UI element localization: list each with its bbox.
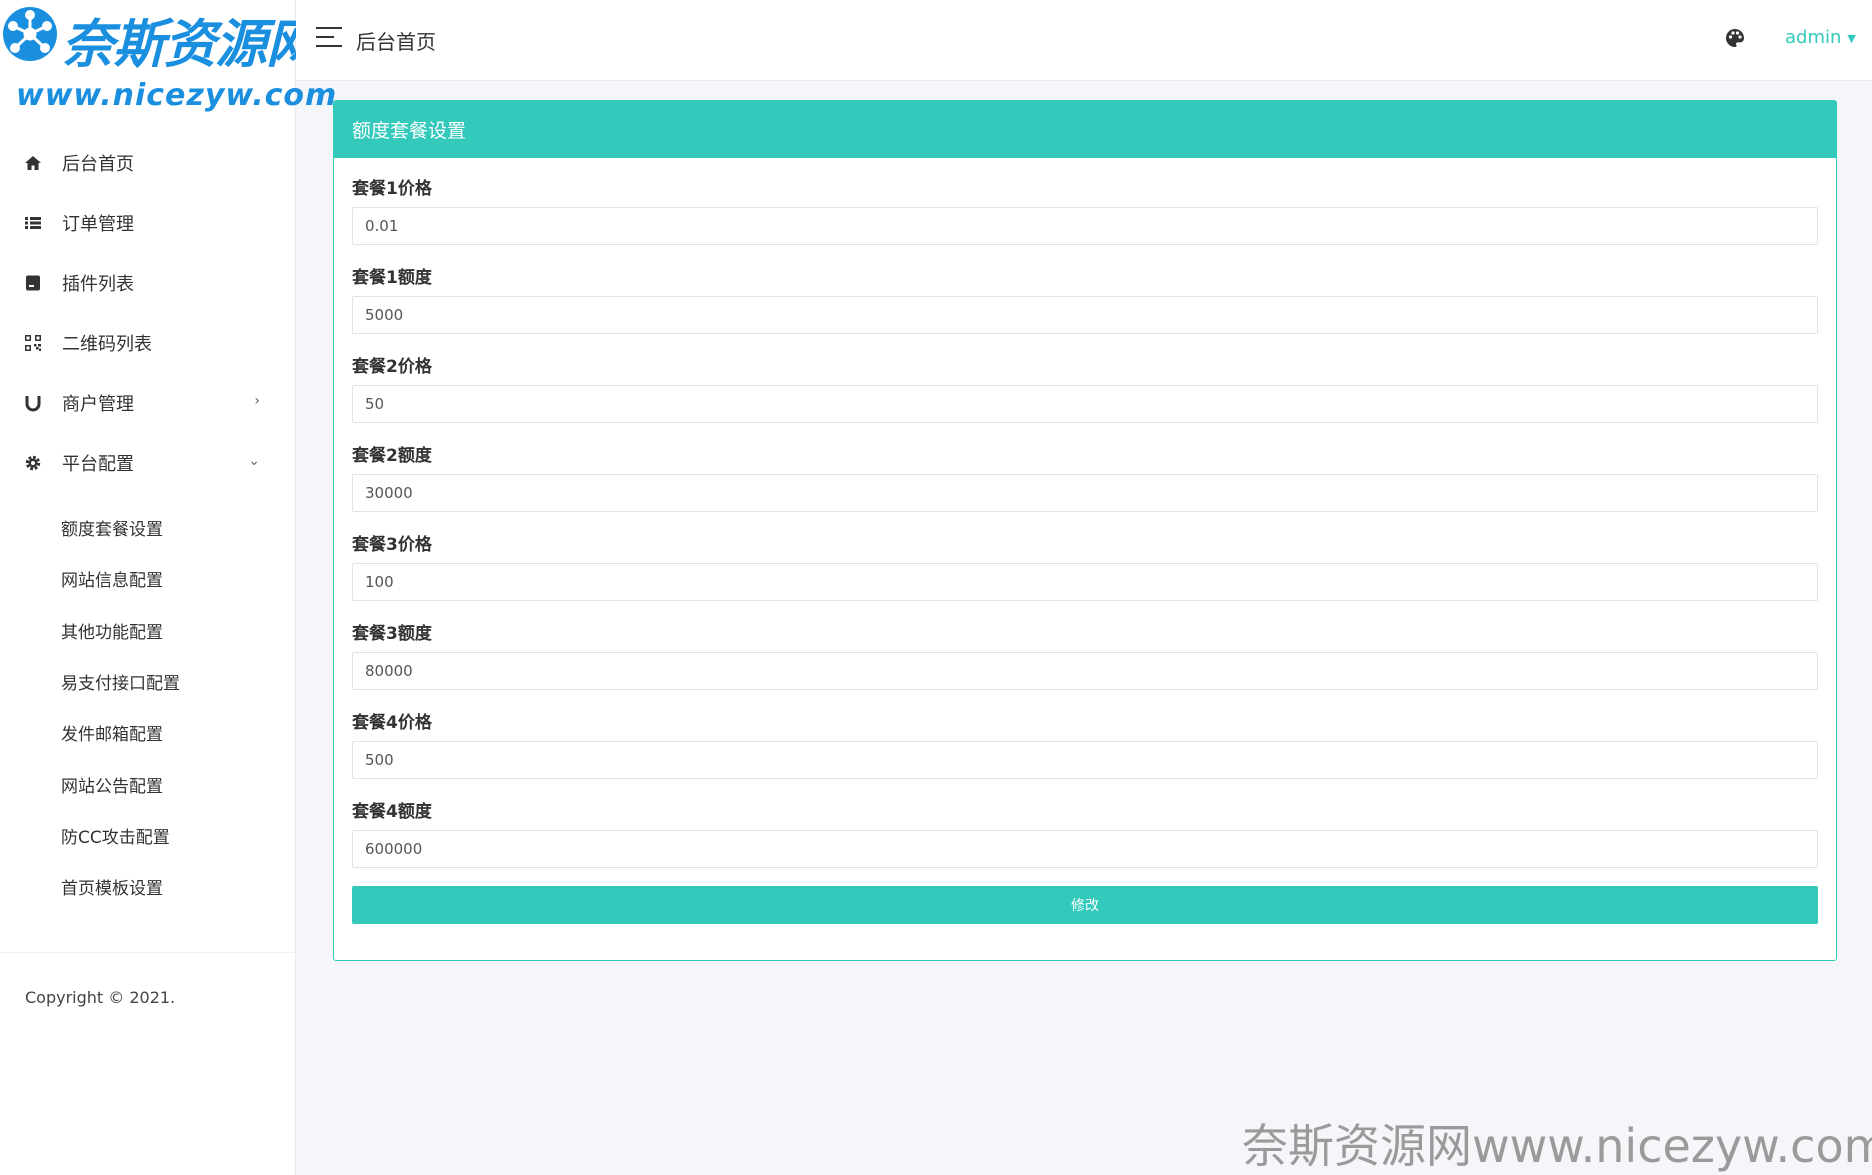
sidebar-divider [0,952,296,953]
card-title: 额度套餐设置 [334,101,1836,158]
package2-price-input[interactable] [352,385,1818,423]
caret-down-icon: ▼ [1847,31,1856,45]
sidebar-item-label: 订单管理 [62,214,134,235]
sidebar-item-label: 商户管理 [62,394,134,415]
field-label: 套餐1价格 [352,179,432,199]
subnav-item-anti-cc[interactable]: 防CC攻击配置 [0,810,296,861]
sidebar-item-plugins[interactable]: 插件列表 [0,253,296,313]
sidebar-item-platform-config[interactable]: 平台配置 ⌄ [0,433,296,493]
sidebar-item-merchants[interactable]: 商户管理 › [0,373,296,433]
sidebar-item-orders[interactable]: 订单管理 [0,193,296,253]
subnav-item-quota-packages[interactable]: 额度套餐设置 [0,502,296,553]
field-label: 套餐2额度 [352,446,432,466]
package4-price-input[interactable] [352,741,1818,779]
subnav-item-home-template[interactable]: 首页模板设置 [0,861,296,912]
package1-quota-input[interactable] [352,296,1818,334]
plugin-icon [24,274,42,292]
form-group: 套餐2价格 [352,353,1818,442]
page-title: 后台首页 [356,30,436,54]
gear-icon [24,454,42,472]
qrcode-icon [24,334,42,352]
home-icon [24,154,42,172]
quota-package-card: 额度套餐设置 套餐1价格 套餐1额度 套餐2价格 套餐2额度 套餐3价格 套餐3… [333,100,1837,961]
palette-icon[interactable] [1725,28,1745,48]
field-label: 套餐4额度 [352,802,432,822]
copyright: Copyright © 2021. [25,988,176,1007]
form-group: 套餐4价格 [352,709,1818,798]
package2-quota-input[interactable] [352,474,1818,512]
sidebar-item-qrcodes[interactable]: 二维码列表 [0,313,296,373]
sidebar-item-label: 后台首页 [62,154,134,175]
sidebar-nav: 后台首页 订单管理 插件列表 二维码列表 商户管理 › 平台配置 ⌄ [0,133,296,493]
sidebar-subnav: 额度套餐设置 网站信息配置 其他功能配置 易支付接口配置 发件邮箱配置 网站公告… [0,502,296,912]
sidebar-item-home[interactable]: 后台首页 [0,133,296,193]
subnav-item-mail-sender[interactable]: 发件邮箱配置 [0,707,296,758]
package4-quota-input[interactable] [352,830,1818,868]
list-icon [24,214,42,232]
field-label: 套餐3额度 [352,624,432,644]
top-header: 后台首页 admin ▼ [296,0,1872,81]
subnav-item-site-info[interactable]: 网站信息配置 [0,553,296,604]
subnav-item-epay-api[interactable]: 易支付接口配置 [0,656,296,707]
form-group: 套餐3额度 [352,620,1818,709]
quota-package-form: 套餐1价格 套餐1额度 套餐2价格 套餐2额度 套餐3价格 套餐3额度 套餐4价… [352,175,1818,887]
sidebar-item-label: 平台配置 [62,454,134,475]
package3-quota-input[interactable] [352,652,1818,690]
logo-network-icon [3,7,57,61]
menu-toggle-icon[interactable] [316,27,342,49]
chevron-right-icon: › [254,393,260,409]
subnav-item-site-notice[interactable]: 网站公告配置 [0,758,296,809]
form-group: 套餐1额度 [352,264,1818,353]
package1-price-input[interactable] [352,207,1818,245]
form-group: 套餐2额度 [352,442,1818,531]
sidebar-item-label: 二维码列表 [62,334,152,355]
field-label: 套餐2价格 [352,357,432,377]
user-menu[interactable]: admin ▼ [1785,27,1856,48]
form-group: 套餐4额度 [352,798,1818,887]
form-group: 套餐3价格 [352,531,1818,620]
magnet-icon [24,394,42,412]
field-label: 套餐4价格 [352,713,432,733]
field-label: 套餐3价格 [352,535,432,555]
sidebar-item-label: 插件列表 [62,274,134,295]
user-name: admin [1785,27,1842,48]
subnav-item-other-features[interactable]: 其他功能配置 [0,605,296,656]
sidebar: 奈斯资源网 www.nicezyw.com 后台首页 订单管理 插件列表 二维码… [0,0,336,1175]
modify-button[interactable]: 修改 [352,886,1818,924]
logo-url: www.nicezyw.com [16,78,338,113]
chevron-down-icon: ⌄ [248,453,260,469]
logo-text: 奈斯资源网 [62,15,318,75]
field-label: 套餐1额度 [352,268,432,288]
logo[interactable]: 奈斯资源网 www.nicezyw.com [0,0,336,130]
package3-price-input[interactable] [352,563,1818,601]
watermark: 奈斯资源网www.nicezyw.com [1242,1119,1872,1173]
form-group: 套餐1价格 [352,175,1818,264]
